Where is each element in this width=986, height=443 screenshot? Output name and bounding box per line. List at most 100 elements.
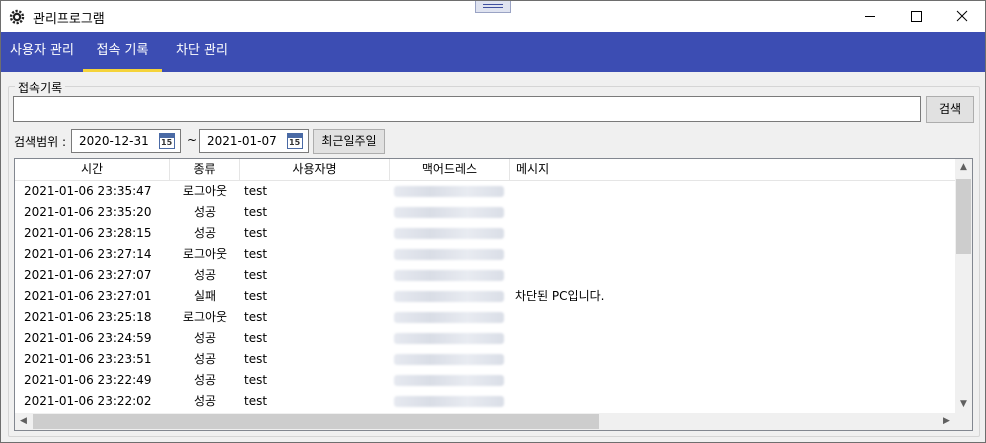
horizontal-scrollbar[interactable]: ◀ ▶ (15, 413, 955, 430)
minimize-icon (865, 16, 875, 17)
scroll-left-icon[interactable]: ◀ (15, 413, 32, 430)
cell-username: test (244, 331, 268, 345)
cell-mac-redacted (394, 396, 504, 407)
cell-username: test (244, 373, 268, 387)
cell-time: 2021-01-06 23:35:47 (24, 184, 152, 198)
tab-user-management[interactable]: 사용자 관리 (1, 32, 83, 72)
column-label: 사용자명 (292, 162, 337, 176)
cell-type: 성공 (193, 373, 217, 387)
cell-time: 2021-01-06 23:24:59 (24, 331, 152, 345)
cell-mac-redacted (394, 249, 504, 260)
cell-username: test (244, 394, 268, 408)
range-separator: ~ (187, 133, 198, 147)
cell-mac-redacted (394, 333, 504, 344)
column-header-username[interactable]: 사용자명 (240, 159, 390, 180)
scrollbar-corner (955, 413, 972, 430)
cell-message (515, 349, 815, 370)
cell-type: 실패 (193, 289, 217, 303)
end-date-value: 2021-01-07 (207, 134, 277, 148)
cell-type: 로그아웃 (182, 310, 228, 324)
cell-type: 성공 (193, 352, 217, 366)
table-row[interactable]: 2021-01-06 23:35:20 성공 test (15, 202, 955, 223)
scroll-right-icon[interactable]: ▶ (938, 413, 955, 430)
column-header-mac[interactable]: 맥어드레스 (390, 159, 510, 180)
calendar-icon[interactable]: 15 (287, 133, 303, 149)
cell-mac-redacted (394, 207, 504, 218)
vertical-scrollbar[interactable]: ▲ ▼ (955, 159, 972, 413)
end-date-picker[interactable]: 2021-01-07 15 (199, 129, 309, 153)
search-input[interactable] (13, 96, 921, 122)
cell-time: 2021-01-06 23:27:07 (24, 268, 152, 282)
title-bar: 관리프로그램 (1, 1, 985, 32)
table-row[interactable]: 2021-01-06 23:35:47 로그아웃 test (15, 181, 955, 202)
maximize-icon (911, 11, 922, 22)
column-label: 메시지 (516, 162, 550, 176)
cell-type: 로그아웃 (182, 184, 228, 198)
tab-label: 차단 관리 (176, 43, 228, 58)
maximize-button[interactable] (893, 1, 939, 32)
cell-time: 2021-01-06 23:22:02 (24, 394, 152, 408)
cell-username: test (244, 289, 268, 303)
recent-week-button[interactable]: 최근일주일 (313, 129, 385, 154)
cell-mac-redacted (394, 312, 504, 323)
cell-message (515, 265, 815, 286)
table-row[interactable]: 2021-01-06 23:27:01 실패 test 차단된 PC입니다. (15, 286, 955, 307)
access-log-table[interactable]: 시간 종류 사용자명 맥어드레스 메시지 2021-01-06 23:35:47… (14, 158, 973, 431)
column-label: 종류 (193, 162, 216, 176)
cell-type: 성공 (193, 205, 217, 219)
tab-block-management[interactable]: 차단 관리 (162, 32, 242, 72)
cell-mac-redacted (394, 291, 504, 302)
vertical-scroll-thumb[interactable] (956, 179, 971, 254)
table-row[interactable]: 2021-01-06 23:25:18 로그아웃 test (15, 307, 955, 328)
cell-type: 성공 (193, 268, 217, 282)
search-button-label: 검색 (938, 102, 962, 116)
tab-access-log[interactable]: 접속 기록 (83, 32, 162, 72)
scroll-up-icon[interactable]: ▲ (955, 159, 972, 176)
cell-time: 2021-01-06 23:27:01 (24, 289, 152, 303)
search-button[interactable]: 검색 (926, 96, 974, 123)
tab-bar: 사용자 관리 접속 기록 차단 관리 (1, 32, 985, 72)
drag-handle[interactable] (475, 1, 511, 13)
minimize-button[interactable] (847, 1, 893, 32)
table-row[interactable]: 2021-01-06 23:28:15 성공 test (15, 223, 955, 244)
table-row[interactable]: 2021-01-06 23:22:49 성공 test (15, 370, 955, 391)
column-header-time[interactable]: 시간 (15, 159, 170, 180)
column-label: 맥어드레스 (421, 162, 478, 176)
cell-mac-redacted (394, 228, 504, 239)
cell-message (515, 370, 815, 391)
table-row[interactable]: 2021-01-06 23:27:14 로그아웃 test (15, 244, 955, 265)
horizontal-scroll-thumb[interactable] (33, 414, 599, 429)
table-row[interactable]: 2021-01-06 23:23:51 성공 test (15, 349, 955, 370)
column-header-type[interactable]: 종류 (170, 159, 240, 180)
cell-type: 성공 (193, 331, 217, 345)
cell-time: 2021-01-06 23:25:18 (24, 310, 152, 324)
cell-message: 차단된 PC입니다. (515, 289, 605, 303)
cell-username: test (244, 268, 268, 282)
calendar-icon[interactable]: 15 (159, 133, 175, 149)
cell-username: test (244, 226, 268, 240)
scroll-down-icon[interactable]: ▼ (955, 396, 972, 413)
table-row[interactable]: 2021-01-06 23:24:59 성공 test (15, 328, 955, 349)
cell-message (515, 223, 815, 244)
cell-username: test (244, 184, 268, 198)
close-button[interactable] (939, 1, 985, 32)
column-header-message[interactable]: 메시지 (510, 159, 955, 180)
gear-icon (9, 9, 25, 25)
cell-username: test (244, 310, 268, 324)
start-date-value: 2020-12-31 (79, 134, 149, 148)
cell-time: 2021-01-06 23:27:14 (24, 247, 152, 261)
cell-type: 로그아웃 (182, 247, 228, 261)
tab-label: 접속 기록 (96, 43, 149, 58)
cell-username: test (244, 352, 268, 366)
start-date-picker[interactable]: 2020-12-31 15 (71, 129, 181, 153)
table-row[interactable]: 2021-01-06 23:27:07 성공 test (15, 265, 955, 286)
cell-username: test (244, 247, 268, 261)
cell-time: 2021-01-06 23:28:15 (24, 226, 152, 240)
table-row[interactable]: 2021-01-06 23:22:02 성공 test (15, 391, 955, 412)
group-label: 접속기록 (15, 79, 66, 96)
cell-message (515, 391, 815, 412)
cell-username: test (244, 205, 268, 219)
table-header: 시간 종류 사용자명 맥어드레스 메시지 (15, 159, 955, 181)
cell-message (515, 181, 815, 202)
cell-mac-redacted (394, 186, 504, 197)
